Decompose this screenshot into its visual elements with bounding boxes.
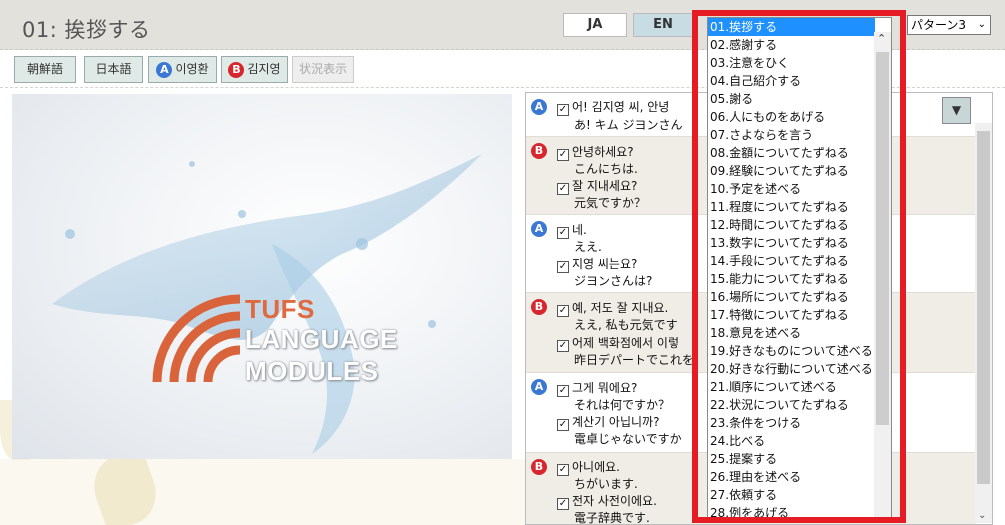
korean-toggle-button[interactable]: 朝鮮語	[14, 56, 76, 83]
speaker-badge: A	[531, 221, 547, 237]
language-ja-button[interactable]: JA	[563, 13, 627, 37]
korean-line: ✓ 그게 뭐에요?	[557, 379, 637, 397]
korean-text: 안녕하세요?	[572, 145, 634, 159]
korean-text: 지영 씨는요?	[572, 257, 638, 271]
line-checkbox[interactable]: ✓	[557, 419, 569, 431]
dialog-dropdown-button[interactable]: ▼	[942, 97, 971, 124]
line-checkbox[interactable]: ✓	[557, 104, 569, 116]
korean-line: ✓ 전자 사전이에요.	[557, 492, 657, 510]
line-checkbox[interactable]: ✓	[557, 385, 569, 397]
japanese-text: 電子辞典です.	[574, 511, 650, 525]
korean-text: 계산기 아닙니까?	[572, 415, 660, 429]
japanese-text: ちがいます.	[574, 477, 638, 491]
speaker-b-button[interactable]: B 김지영	[221, 56, 288, 83]
dialog-scrollbar[interactable]: ⌄	[975, 123, 992, 523]
japanese-text: 電卓じゃないですか	[574, 432, 682, 446]
scene-image: TUFS LANGUAGE MODULES	[12, 94, 512, 459]
korean-text: 네.	[572, 223, 587, 237]
japanese-text: それは何ですか？	[574, 398, 671, 412]
korean-text: 전자 사전이에요.	[572, 494, 657, 508]
speaker-a-button[interactable]: A 이영환	[148, 56, 217, 83]
chevron-down-icon[interactable]: ⌄	[978, 510, 986, 521]
line-checkbox[interactable]: ✓	[557, 498, 569, 510]
pattern-select[interactable]: パターン3 ⌄	[907, 15, 991, 35]
japanese-toggle-button[interactable]: 日本語	[84, 56, 143, 83]
line-checkbox[interactable]: ✓	[557, 340, 569, 352]
korean-text: 아니에요.	[572, 460, 620, 474]
chevron-down-icon: ⌄	[977, 19, 986, 30]
speaker-a-name: 이영환	[175, 62, 209, 76]
line-checkbox[interactable]: ✓	[557, 261, 569, 273]
language-en-button[interactable]: EN	[633, 13, 693, 37]
korean-line: ✓ 안녕하세요?	[557, 143, 634, 161]
logo-text-line2: LANGUAGE	[245, 324, 398, 354]
korean-line: ✓ 잘 지내세요?	[557, 177, 637, 195]
app-window: 01: 挨拶する JA EN パターン3 ⌄ 朝鮮語 日本語 A 이영환 B 김지영…	[0, 0, 1005, 525]
korean-line: ✓ 네.	[557, 221, 587, 239]
japanese-text: ジヨンさんは?	[574, 274, 653, 288]
korean-text: 어제 백화점에서 이렇	[572, 336, 679, 350]
pattern-select-value: パターン3	[911, 18, 967, 32]
speaker-badge: A	[531, 99, 547, 115]
logo-text-line1: TUFS	[245, 294, 315, 324]
logo-text-line3: MODULES	[245, 356, 379, 386]
korean-line: ✓ 어제 백화점에서 이렇	[557, 334, 679, 352]
japanese-text: 元気ですか？	[574, 196, 647, 210]
speaker-badge: B	[531, 299, 547, 315]
speaker-badge: A	[531, 379, 547, 395]
line-checkbox[interactable]: ✓	[557, 227, 569, 239]
korean-line: ✓ 계산기 아닙니까?	[557, 413, 659, 431]
line-checkbox[interactable]: ✓	[557, 149, 569, 161]
dialog-scrollbar-thumb[interactable]	[977, 131, 990, 484]
speaker-b-badge: B	[228, 61, 245, 78]
background-decoration	[0, 459, 525, 525]
korean-text: 잘 지내세요?	[572, 179, 638, 193]
japanese-text: 昨日デパートでこれを	[574, 353, 695, 367]
korean-line: ✓ 예, 저도 잘 지내요.	[557, 299, 668, 317]
japanese-text: あ! キム ジヨンさん	[574, 118, 683, 132]
korean-text: 예, 저도 잘 지내요.	[572, 301, 669, 315]
japanese-text: こんにちは.	[574, 162, 638, 176]
speaker-badge: B	[531, 143, 547, 159]
tufs-logo-icon	[152, 294, 241, 383]
speaker-b-name: 김지영	[247, 62, 281, 76]
korean-line: ✓ 아니에요.	[557, 458, 620, 476]
highlight-frame	[692, 10, 906, 523]
page-title: 01: 挨拶する	[22, 18, 151, 42]
speaker-badge: B	[531, 459, 547, 475]
status-display-button[interactable]: 状況表示	[292, 56, 354, 83]
korean-text: 어! 김지영 씨, 안녕	[572, 100, 670, 114]
speaker-a-badge: A	[156, 61, 173, 78]
korean-line: ✓ 지영 씨는요?	[557, 255, 637, 273]
japanese-text: ええ.	[574, 240, 602, 254]
japanese-text: ええ, 私も元気です	[574, 318, 678, 332]
korean-text: 그게 뭐에요?	[572, 381, 638, 395]
line-checkbox[interactable]: ✓	[557, 464, 569, 476]
line-checkbox[interactable]: ✓	[557, 183, 569, 195]
line-checkbox[interactable]: ✓	[557, 305, 569, 317]
water-splash-illustration	[52, 154, 482, 454]
korean-line: ✓ 어! 김지영 씨, 안녕	[557, 98, 669, 116]
